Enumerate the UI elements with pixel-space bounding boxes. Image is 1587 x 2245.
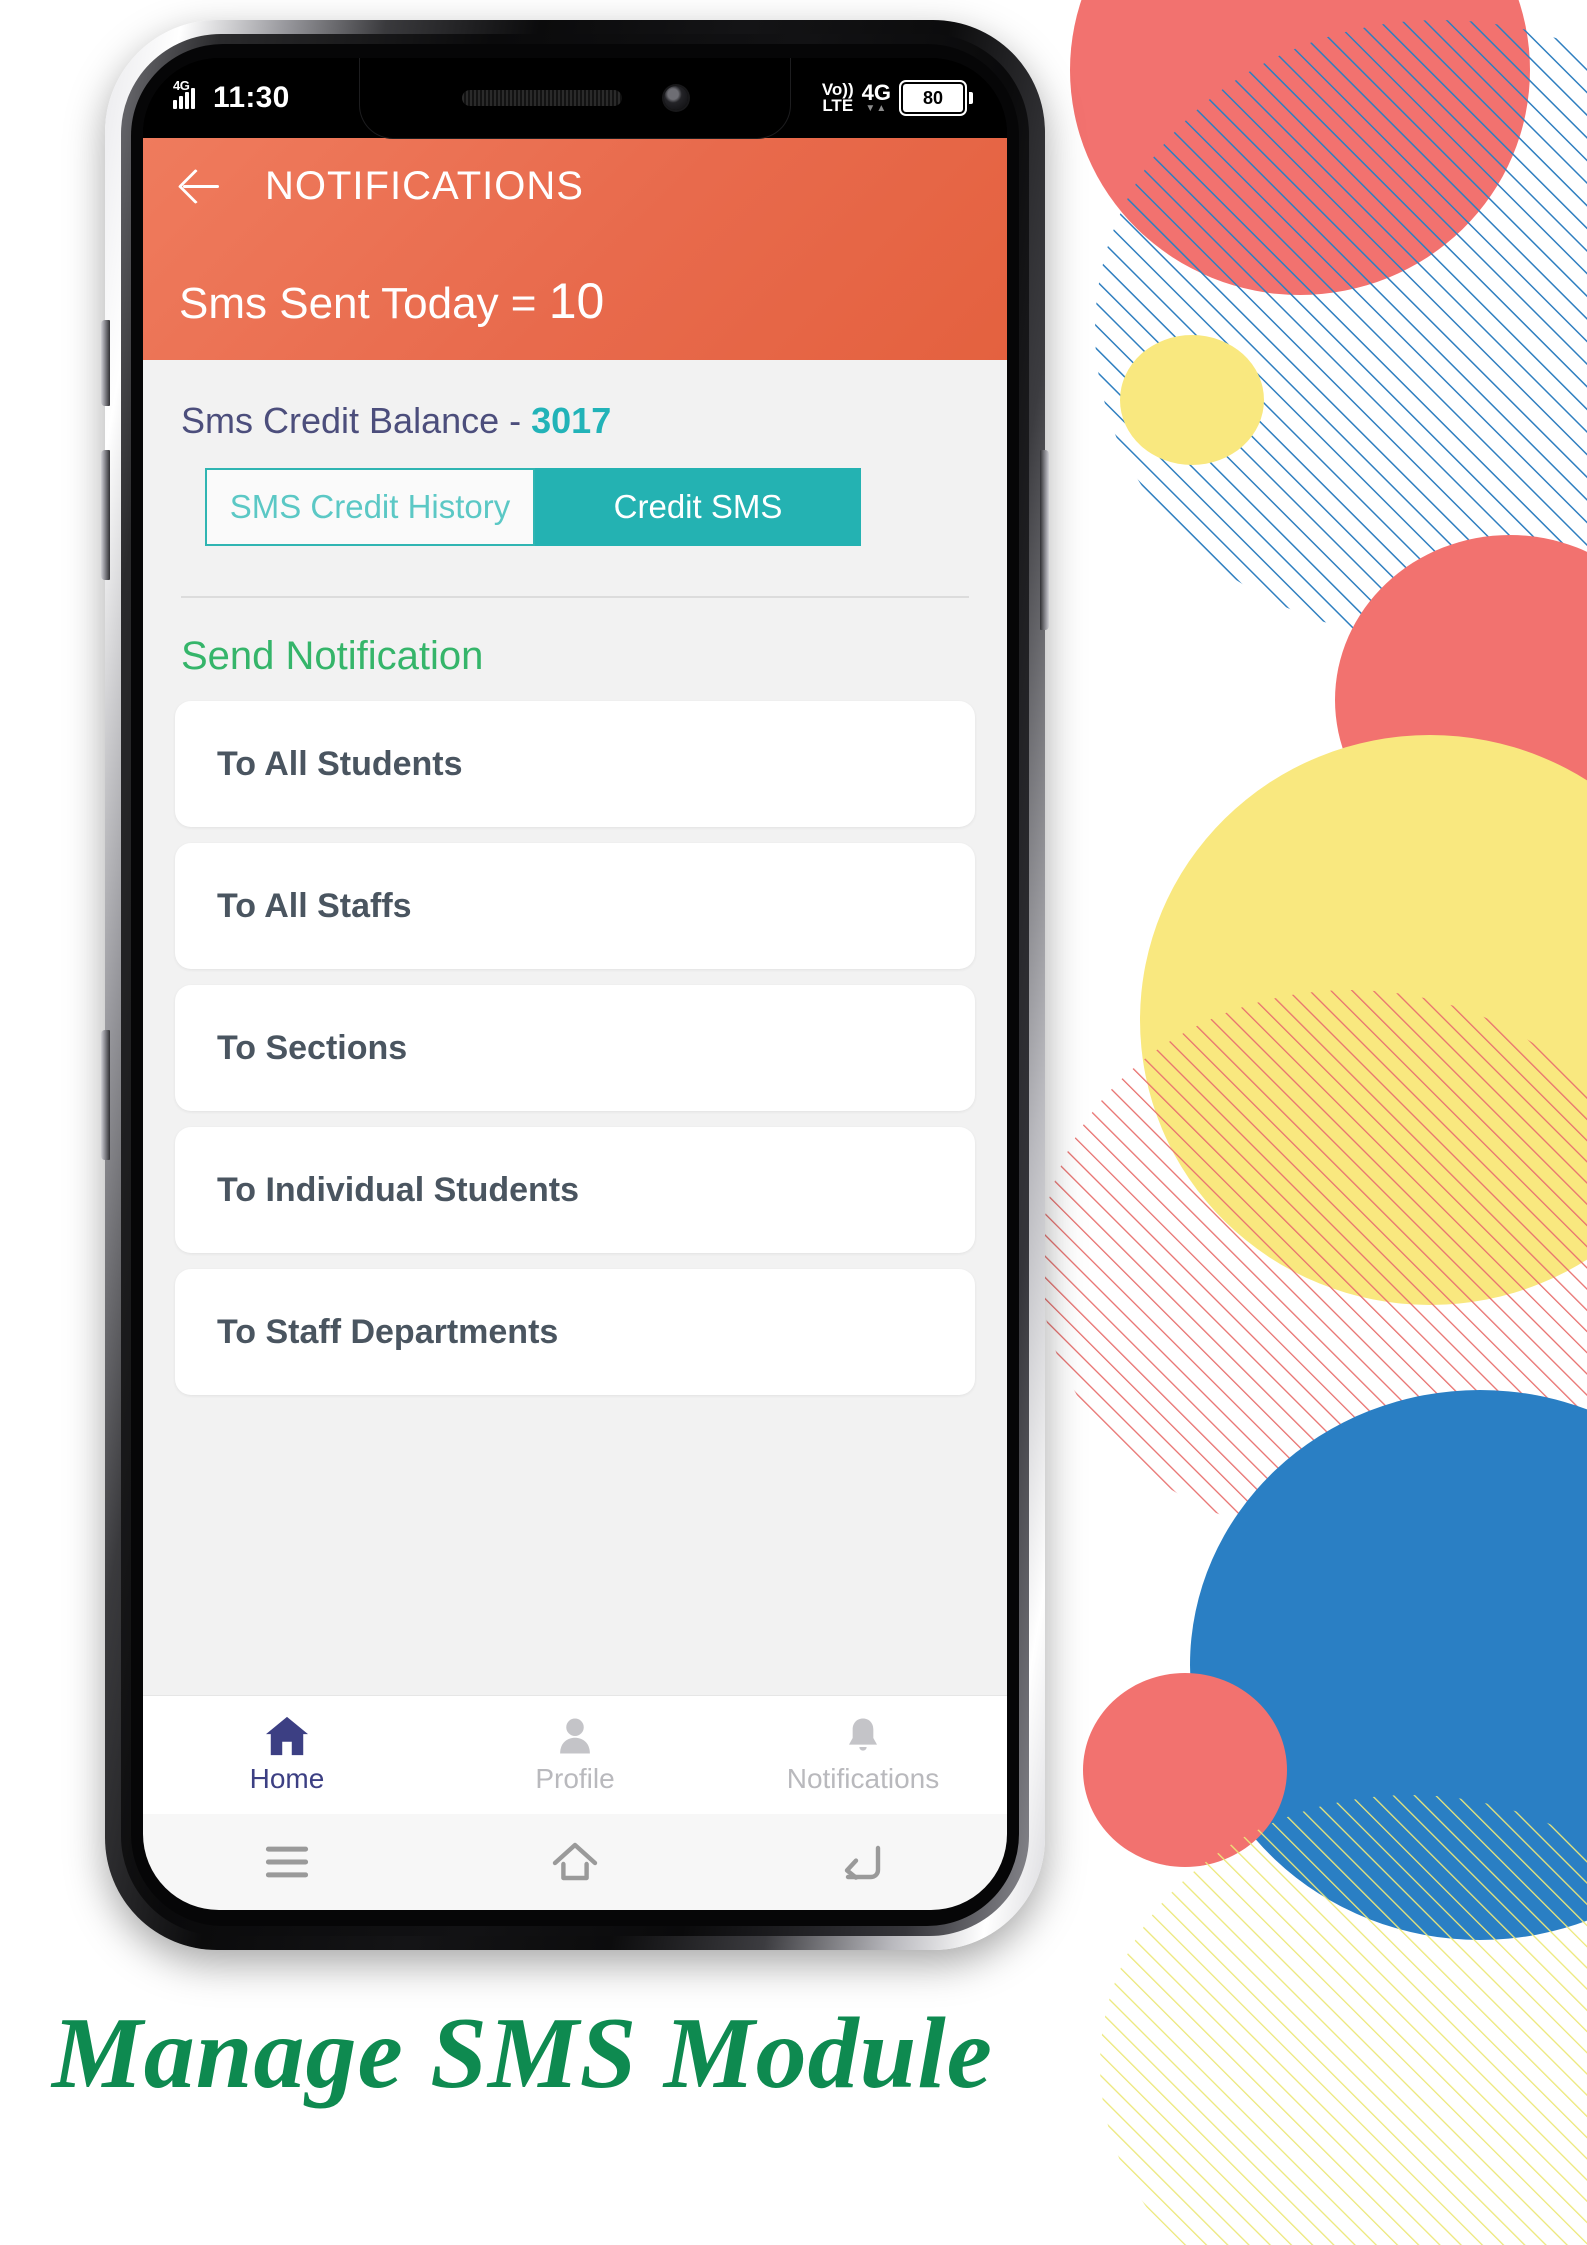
tab-label: Notifications [786,1763,940,1794]
status-bar-clock: 11:30 [213,81,290,114]
data-transfer-arrows-icon: ▼▲ [865,103,888,114]
data-network-icon: 4G ▼▲ [862,82,891,114]
signal-network-label: 4G [173,78,190,93]
sms-sent-today-text: Sms Sent Today = 10 [143,272,1007,330]
volte-icon: Vo)) LTE [822,81,854,115]
phone-power-button[interactable] [1040,450,1049,630]
list-item-label: To All Staffs [217,886,412,925]
sms-sent-today-value: 10 [548,273,605,329]
list-item-to-all-students[interactable]: To All Students [175,701,975,827]
volte-line2: LTE [822,96,854,115]
list-item-label: To All Students [217,744,463,783]
app-content: Sms Credit Balance - 3017 SMS Credit His… [143,360,1007,1695]
app-header: NOTIFICATIONS Sms Sent Today = 10 [143,138,1007,360]
tab-label: Home [249,1763,325,1794]
home-icon [266,1716,308,1756]
list-item-label: To Staff Departments [217,1312,559,1351]
phone-mockup: 4G 11:30 Vo)) LTE 4G ▼▲ 80 NOTIFICATIONS… [101,20,1049,1950]
status-bar: 4G 11:30 Vo)) LTE 4G ▼▲ 80 [143,58,1007,139]
bell-icon [849,1718,877,1751]
sms-credit-balance-value: 3017 [531,400,612,441]
android-home-button[interactable] [431,1841,719,1883]
tab-sms-credit-history[interactable]: SMS Credit History [205,468,535,546]
tab-credit-sms[interactable]: Credit SMS [535,468,861,546]
tab-home[interactable]: Home [143,1715,431,1795]
home-outline-icon [552,1842,598,1881]
data-network-label: 4G [861,80,891,105]
battery-percent-label: 80 [903,84,963,112]
back-arrow-icon[interactable] [177,161,227,211]
earpiece-speaker-icon [462,90,622,106]
list-item-to-all-staffs[interactable]: To All Staffs [175,843,975,969]
tab-notifications[interactable]: Notifications [719,1715,1007,1795]
person-icon [560,1718,590,1754]
tab-label: Profile [535,1763,615,1794]
list-item-label: To Individual Students [217,1170,580,1209]
list-item-to-staff-departments[interactable]: To Staff Departments [175,1269,975,1395]
phone-screen: 4G 11:30 Vo)) LTE 4G ▼▲ 80 NOTIFICATIONS… [143,58,1007,1910]
bottom-tab-bar: Home Profile Notifications [143,1695,1007,1814]
front-camera-icon [664,86,688,110]
sms-sent-today-label: Sms Sent Today = [179,279,549,328]
sms-credit-balance-label: Sms Credit Balance - [181,400,532,441]
signal-strength-icon: 4G [173,78,201,109]
send-notification-list: To All Students To All Staffs To Section… [143,701,1007,1411]
list-item-label: To Sections [217,1028,408,1067]
send-notification-heading: Send Notification [181,634,484,678]
back-nav-icon [844,1845,881,1880]
phone-volume-up-button[interactable] [101,450,110,580]
battery-icon: 80 [899,80,973,116]
menu-icon [265,1846,309,1878]
phone-notch [359,58,791,139]
tab-profile[interactable]: Profile [431,1715,719,1795]
caption-text: Manage SMS Module [52,1997,993,2110]
page-title: NOTIFICATIONS [265,163,584,208]
sms-credit-balance: Sms Credit Balance - 3017 [143,360,1007,442]
phone-mute-button[interactable] [101,320,110,406]
android-navigation-bar [143,1814,1007,1910]
credit-tab-group: SMS Credit History Credit SMS [205,468,861,546]
list-item-to-individual-students[interactable]: To Individual Students [175,1127,975,1253]
android-recents-button[interactable] [143,1844,431,1880]
list-item-to-sections[interactable]: To Sections [175,985,975,1111]
android-back-button[interactable] [719,1842,1007,1882]
phone-volume-down-button[interactable] [101,1030,110,1160]
